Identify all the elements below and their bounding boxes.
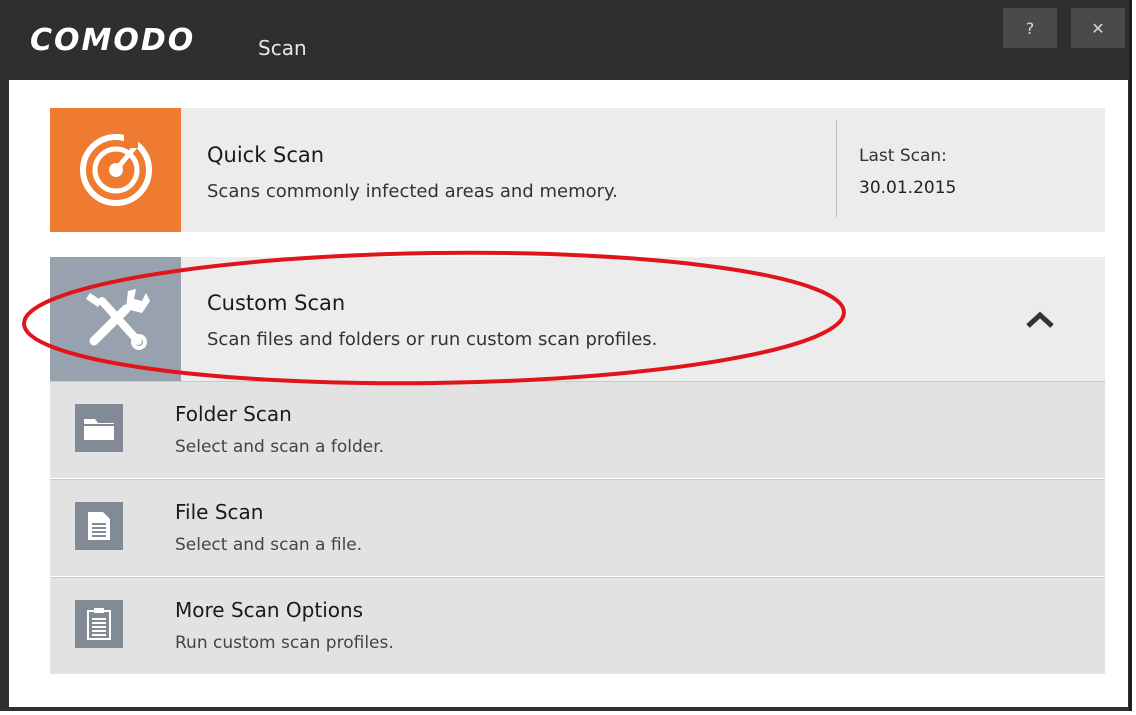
clipboard-icon bbox=[87, 608, 111, 640]
radar-icon bbox=[79, 134, 152, 206]
folder-scan-title: Folder Scan bbox=[175, 402, 292, 426]
title-bar: COMODO Scan ? ✕ bbox=[0, 0, 1129, 80]
file-scan-description: Select and scan a file. bbox=[175, 535, 363, 555]
custom-scan-description: Scan files and folders or run custom sca… bbox=[207, 329, 658, 350]
custom-scan-title: Custom Scan bbox=[207, 291, 346, 315]
file-scan-title: File Scan bbox=[175, 500, 264, 524]
folder-scan-description: Select and scan a folder. bbox=[175, 437, 385, 457]
help-button[interactable]: ? bbox=[1003, 8, 1057, 48]
quick-scan-title: Quick Scan bbox=[207, 143, 325, 167]
folder-icon-tile bbox=[75, 404, 123, 452]
custom-scan-tile bbox=[50, 257, 181, 381]
quick-scan-description: Scans commonly infected areas and memory… bbox=[207, 181, 618, 202]
scan-window: COMODO Scan ? ✕ Quick Scan Scans commonl… bbox=[0, 0, 1132, 711]
folder-icon bbox=[84, 419, 114, 440]
clipboard-icon-tile bbox=[75, 600, 123, 648]
file-icon-tile bbox=[75, 502, 123, 550]
more-scan-options-option[interactable]: More Scan Options Run custom scan profil… bbox=[50, 577, 1105, 674]
divider bbox=[836, 120, 837, 217]
file-icon bbox=[88, 512, 110, 540]
close-button[interactable]: ✕ bbox=[1071, 8, 1125, 48]
tools-icon bbox=[85, 289, 150, 350]
file-scan-option[interactable]: File Scan Select and scan a file. bbox=[50, 479, 1105, 576]
folder-scan-option[interactable]: Folder Scan Select and scan a folder. bbox=[50, 381, 1105, 478]
quick-scan-tile bbox=[50, 108, 181, 232]
last-scan-label: Last Scan: bbox=[859, 146, 947, 166]
custom-scan-option[interactable]: Custom Scan Scan files and folders or ru… bbox=[50, 257, 1105, 381]
more-scan-options-title: More Scan Options bbox=[175, 598, 364, 622]
chevron-up-icon[interactable] bbox=[1025, 311, 1055, 329]
last-scan-value: 30.01.2015 bbox=[859, 178, 957, 198]
window-title: Scan bbox=[258, 36, 307, 60]
more-scan-options-description: Run custom scan profiles. bbox=[175, 633, 394, 653]
brand-logo: COMODO bbox=[30, 23, 196, 58]
content-area: Quick Scan Scans commonly infected areas… bbox=[9, 80, 1128, 707]
quick-scan-option[interactable]: Quick Scan Scans commonly infected areas… bbox=[50, 108, 1105, 232]
